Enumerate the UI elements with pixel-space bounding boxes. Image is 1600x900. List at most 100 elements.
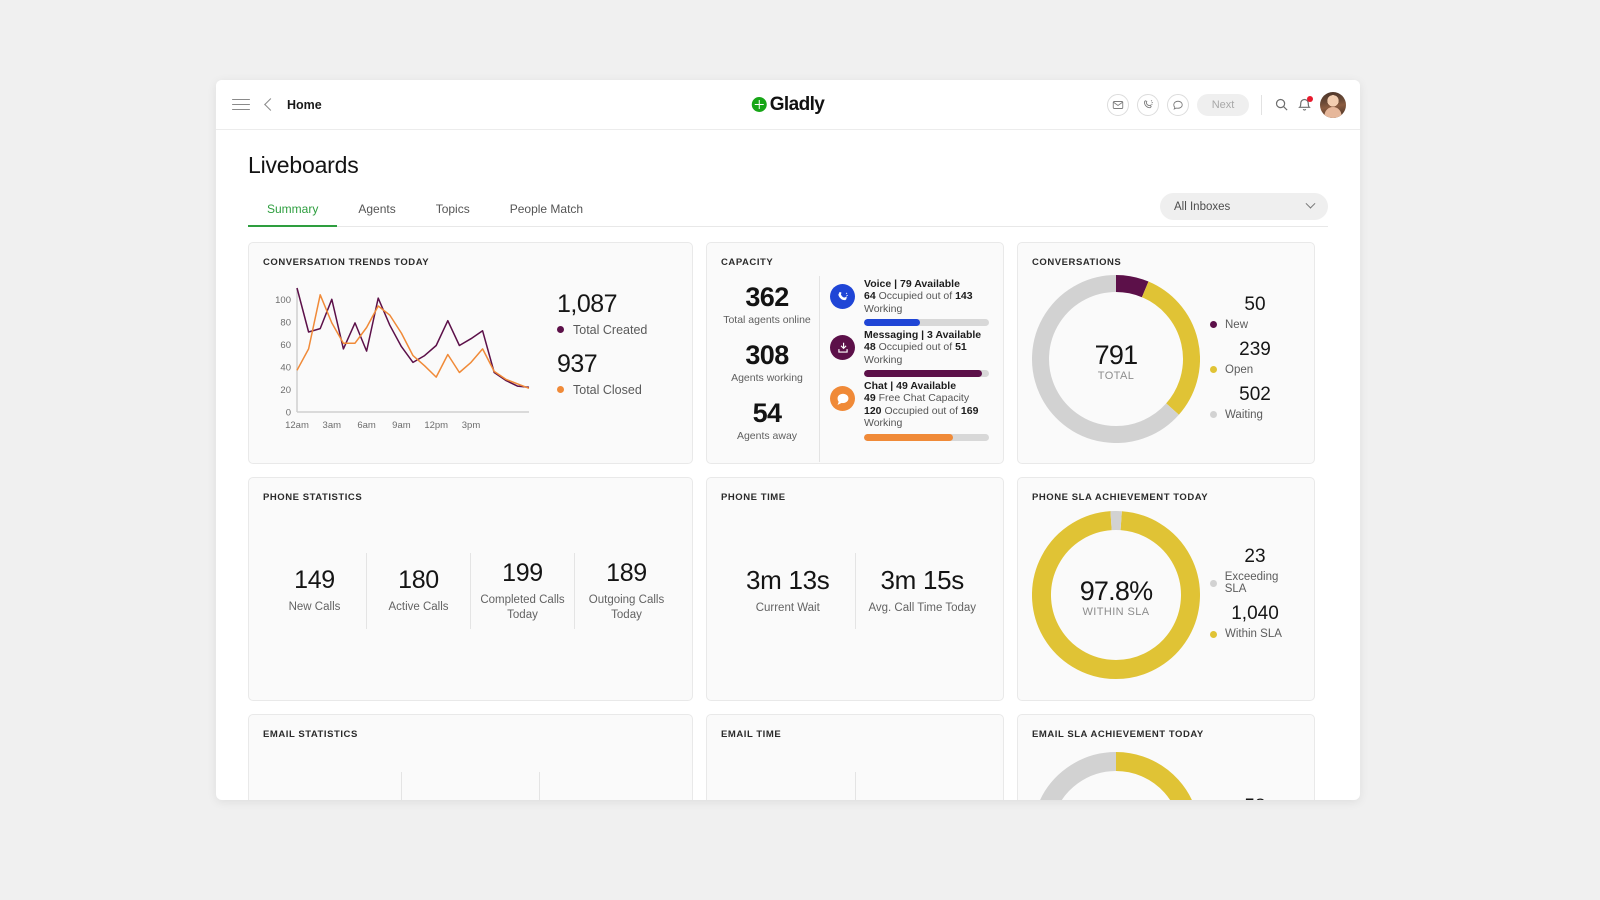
conversations-legend: 50 New 239 Open 502 Wait — [1200, 294, 1300, 429]
exceeding-sla-value: 23 — [1210, 546, 1300, 568]
stat-label: Avg. Call Time Today — [862, 601, 984, 616]
svg-text:3am: 3am — [323, 420, 342, 431]
capacity-channel-voice: Voice | 79 Available 64 Occupied out of … — [830, 278, 989, 326]
divider — [819, 276, 820, 462]
legend-dot-open — [1210, 366, 1217, 373]
legend-item-exceeding: Exceeding SLA — [1210, 571, 1300, 595]
plus-circle-icon — [752, 97, 767, 112]
stat-value: 199 — [477, 559, 568, 588]
total-created-value: 1,087 — [557, 290, 678, 319]
liveboard-grid: Conversation Trends Today 02040608010012… — [248, 242, 1328, 800]
svg-text:60: 60 — [280, 340, 291, 351]
chat-occupancy: 120 Occupied out of 169 Working — [864, 405, 989, 430]
agents-working-label: Agents working — [721, 372, 813, 385]
open-value: 239 — [1210, 339, 1300, 361]
open-label: Open — [1225, 364, 1253, 376]
stat-value: 149 — [269, 566, 360, 595]
sla-percent-value: 97.8% — [1032, 576, 1200, 606]
capacity-agent-stats: 362 Total agents online 308 Agents worki… — [721, 274, 813, 462]
card-title: Email SLA Achievement Today — [1032, 729, 1300, 740]
card-email-statistics: Email Statistics 119 101 147 — [248, 714, 693, 800]
envelope-icon[interactable] — [1107, 94, 1129, 116]
new-label: New — [1225, 319, 1248, 331]
stat-value: 147 — [546, 796, 672, 801]
stat-completed-calls: 199 Completed Calls Today — [471, 559, 574, 623]
stat-avg-call-time: 3m 15s Avg. Call Time Today — [856, 565, 990, 616]
trends-body: 02040608010012am3am6am9am12pm3pm 1,087 T… — [263, 268, 678, 453]
stat-value: 3m 15s — [862, 565, 984, 596]
within-sla-value: 1,040 — [1210, 603, 1300, 625]
stat-value: 3m 13s — [727, 565, 849, 596]
tab-topics[interactable]: Topics — [417, 195, 489, 227]
stat-value: 18m 55s — [862, 795, 984, 801]
agents-away-value: 54 — [721, 398, 813, 429]
svg-text:12pm: 12pm — [424, 420, 448, 431]
stat-value: 180 — [373, 566, 464, 595]
conversations-body: 791 TOTAL 50 New 239 Open — [1032, 268, 1300, 454]
bell-icon[interactable] — [1297, 97, 1312, 112]
channel-text: Voice | 79 Available 64 Occupied out of … — [864, 278, 989, 326]
page-title: Liveboards — [248, 152, 1328, 179]
stat-value: 101 — [408, 796, 534, 801]
page-content: Liveboards Summary Agents Topics People … — [216, 130, 1360, 800]
stat-value: 20m 24s — [727, 795, 849, 801]
chevron-down-icon — [1306, 199, 1316, 209]
card-capacity: Capacity 362 Total agents online 308 Age… — [706, 242, 1004, 464]
breadcrumb-home[interactable]: Home — [287, 98, 322, 112]
back-chevron-icon[interactable] — [264, 98, 277, 111]
card-phone-sla: Phone SLA Achievement Today 97.8% WITHIN… — [1017, 477, 1315, 701]
inbox-filter-select[interactable]: All Inboxes — [1160, 193, 1328, 220]
stat-email-1: 119 — [263, 796, 401, 801]
line-chart-svg: 02040608010012am3am6am9am12pm3pm — [263, 282, 535, 442]
chat-free-capacity: 49 Free Chat Capacity — [864, 392, 989, 405]
stat-label: Outgoing Calls Today — [581, 593, 672, 623]
stat-new-calls: 149 New Calls — [263, 566, 366, 615]
tabs: Summary Agents Topics People Match — [248, 194, 602, 226]
email-sla-legend: 58 — [1200, 752, 1300, 800]
stat-label: Active Calls — [373, 600, 464, 615]
card-email-time: Email Time 20m 24s 18m 55s — [706, 714, 1004, 800]
svg-text:40: 40 — [280, 362, 291, 373]
card-title: Phone Statistics — [263, 492, 678, 503]
next-button[interactable]: Next — [1197, 94, 1249, 116]
donut-center: 791 TOTAL — [1032, 340, 1200, 382]
phone-icon — [830, 284, 855, 309]
email-time-row: 20m 24s 18m 55s — [721, 740, 989, 800]
card-conversations: Conversations 791 TOTAL 50 New — [1017, 242, 1315, 464]
card-title: Email Time — [721, 729, 989, 740]
stat-email-3: 147 — [540, 796, 678, 801]
legend-item-created: Total Created — [557, 323, 678, 337]
phone-sla-legend: 23 Exceeding SLA 1,040 Within SLA — [1200, 546, 1300, 648]
capacity-channel-chat: Chat | 49 Available 49 Free Chat Capacit… — [830, 380, 989, 441]
trends-legend: 1,087 Total Created 937 Total Closed — [535, 268, 678, 453]
chat-icon[interactable] — [1167, 94, 1189, 116]
card-phone-time: Phone Time 3m 13s Current Wait 3m 15s Av… — [706, 477, 1004, 701]
phone-sla-donut: 97.8% WITHIN SLA — [1032, 511, 1200, 684]
divider — [1261, 95, 1262, 115]
search-icon[interactable] — [1274, 97, 1289, 112]
total-closed-value: 937 — [557, 350, 678, 379]
total-agents-online-value: 362 — [721, 282, 813, 313]
menu-icon[interactable] — [232, 95, 250, 114]
legend-dot-closed — [557, 386, 564, 393]
stat-value: 189 — [581, 559, 672, 588]
tab-agents[interactable]: Agents — [339, 195, 414, 227]
card-title: Conversation Trends Today — [263, 257, 678, 268]
tab-people-match[interactable]: People Match — [491, 195, 602, 227]
svg-text:100: 100 — [275, 295, 291, 306]
waiting-label: Waiting — [1225, 409, 1263, 421]
messaging-capacity-bar — [864, 370, 989, 377]
notification-badge — [1307, 96, 1313, 102]
card-title: Phone SLA Achievement Today — [1032, 492, 1300, 503]
exceeding-sla-label: Exceeding SLA — [1225, 571, 1300, 595]
legend-dot-within — [1210, 631, 1217, 638]
avatar[interactable] — [1320, 92, 1346, 118]
svg-text:20: 20 — [280, 385, 291, 396]
within-sla-label: Within SLA — [1225, 628, 1282, 640]
legend-dot-new — [1210, 321, 1217, 328]
phone-icon[interactable] — [1137, 94, 1159, 116]
conversations-donut: 791 TOTAL — [1032, 275, 1200, 448]
tabs-row: Summary Agents Topics People Match All I… — [248, 193, 1328, 227]
tab-summary[interactable]: Summary — [248, 195, 337, 227]
app-window: Home Gladly Next — [216, 80, 1360, 800]
